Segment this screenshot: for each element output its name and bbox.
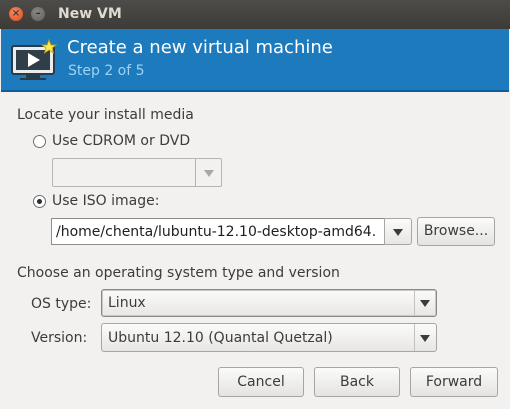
iso-path-input[interactable]: /home/chenta/lubuntu-12.10-desktop-amd64…: [51, 218, 385, 245]
iso-path-value: /home/chenta/lubuntu-12.10-desktop-amd64…: [56, 223, 377, 240]
browse-button[interactable]: Browse...: [417, 217, 495, 246]
browse-button-label: Browse...: [423, 223, 489, 239]
iso-label[interactable]: Use ISO image:: [52, 193, 159, 209]
cancel-button-label: Cancel: [237, 374, 285, 390]
wizard-step: Step 2 of 5: [68, 63, 145, 79]
os-version-select[interactable]: Ubuntu 12.10 (Quantal Quetzal): [101, 323, 437, 352]
cdrom-label[interactable]: Use CDROM or DVD: [52, 133, 190, 149]
chevron-down-icon: [393, 228, 403, 236]
os-heading: Choose an operating system type and vers…: [17, 265, 340, 281]
cdrom-device-select[interactable]: [52, 158, 222, 187]
cdrom-dropdown-arrow[interactable]: [195, 159, 221, 186]
os-type-select[interactable]: Linux: [101, 289, 437, 317]
chevron-down-icon: [420, 300, 430, 307]
cdrom-radio[interactable]: [33, 135, 46, 148]
os-type-value: Linux: [108, 295, 146, 311]
window-title: New VM: [58, 6, 122, 22]
title-bar: × – New VM: [0, 0, 510, 29]
os-version-label: Version:: [31, 330, 88, 346]
chevron-down-icon: [420, 334, 430, 342]
os-type-label: OS type:: [31, 296, 92, 312]
minimize-window-button[interactable]: –: [31, 7, 45, 21]
close-window-button[interactable]: ×: [9, 7, 23, 21]
os-type-dropdown-arrow[interactable]: [414, 290, 436, 316]
back-button[interactable]: Back: [314, 367, 400, 397]
cancel-button[interactable]: Cancel: [218, 367, 304, 397]
os-version-value: Ubuntu 12.10 (Quantal Quetzal): [108, 329, 333, 346]
wizard-header: Create a new virtual machine Step 2 of 5: [1, 29, 509, 92]
forward-button[interactable]: Forward: [410, 367, 498, 397]
install-media-heading: Locate your install media: [17, 107, 194, 123]
os-version-dropdown-arrow[interactable]: [414, 324, 436, 351]
forward-button-label: Forward: [425, 374, 483, 390]
virtual-machine-icon: [11, 38, 58, 80]
iso-history-dropdown[interactable]: [384, 218, 412, 245]
wizard-title: Create a new virtual machine: [67, 37, 333, 58]
back-button-label: Back: [340, 374, 374, 390]
chevron-down-icon: [204, 169, 214, 177]
iso-radio[interactable]: [33, 195, 46, 208]
